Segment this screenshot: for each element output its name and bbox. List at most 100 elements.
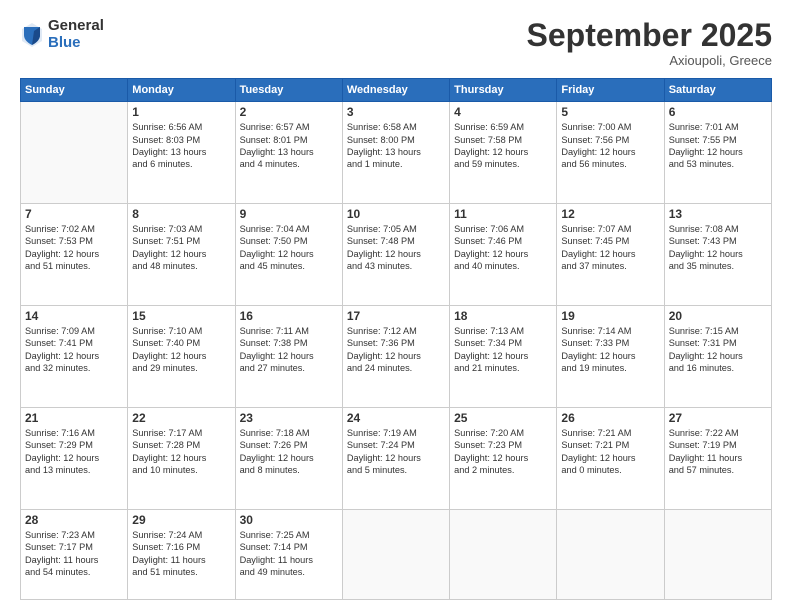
day-number: 5 [561, 105, 659, 119]
col-sunday: Sunday [21, 79, 128, 102]
day-info: Sunrise: 7:15 AMSunset: 7:31 PMDaylight:… [669, 325, 767, 375]
day-info: Sunrise: 7:24 AMSunset: 7:16 PMDaylight:… [132, 529, 230, 579]
day-info: Sunrise: 6:58 AMSunset: 8:00 PMDaylight:… [347, 121, 445, 171]
day-info: Sunrise: 7:02 AMSunset: 7:53 PMDaylight:… [25, 223, 123, 273]
day-info: Sunrise: 7:09 AMSunset: 7:41 PMDaylight:… [25, 325, 123, 375]
calendar-header-row: Sunday Monday Tuesday Wednesday Thursday… [21, 79, 772, 102]
day-number: 12 [561, 207, 659, 221]
day-number: 14 [25, 309, 123, 323]
day-number: 4 [454, 105, 552, 119]
day-number: 20 [669, 309, 767, 323]
day-info: Sunrise: 7:25 AMSunset: 7:14 PMDaylight:… [240, 529, 338, 579]
logo-icon [20, 21, 44, 49]
col-saturday: Saturday [664, 79, 771, 102]
day-number: 21 [25, 411, 123, 425]
day-number: 19 [561, 309, 659, 323]
day-number: 7 [25, 207, 123, 221]
day-info: Sunrise: 7:11 AMSunset: 7:38 PMDaylight:… [240, 325, 338, 375]
table-row: 22 Sunrise: 7:17 AMSunset: 7:28 PMDayligh… [128, 407, 235, 509]
day-info: Sunrise: 7:19 AMSunset: 7:24 PMDaylight:… [347, 427, 445, 477]
table-row: 11Sunrise: 7:06 AMSunset: 7:46 PMDayligh… [450, 204, 557, 306]
col-friday: Friday [557, 79, 664, 102]
table-row [21, 102, 128, 204]
table-row: 7 Sunrise: 7:02 AMSunset: 7:53 PMDaylight… [21, 204, 128, 306]
day-info: Sunrise: 7:10 AMSunset: 7:40 PMDaylight:… [132, 325, 230, 375]
table-row: 24 Sunrise: 7:19 AMSunset: 7:24 PMDayligh… [342, 407, 449, 509]
day-number: 2 [240, 105, 338, 119]
day-info: Sunrise: 7:06 AMSunset: 7:46 PMDaylight:… [454, 223, 552, 273]
logo-general-text: General [48, 18, 104, 35]
table-row [557, 509, 664, 599]
day-info: Sunrise: 7:05 AMSunset: 7:48 PMDaylight:… [347, 223, 445, 273]
day-number: 16 [240, 309, 338, 323]
day-number: 6 [669, 105, 767, 119]
day-info: Sunrise: 7:22 AMSunset: 7:19 PMDaylight:… [669, 427, 767, 477]
day-info: Sunrise: 6:56 AMSunset: 8:03 PMDaylight:… [132, 121, 230, 171]
table-row [342, 509, 449, 599]
title-block: September 2025 Axioupoli, Greece [527, 18, 772, 68]
day-info: Sunrise: 7:01 AMSunset: 7:55 PMDaylight:… [669, 121, 767, 171]
day-number: 17 [347, 309, 445, 323]
day-info: Sunrise: 7:20 AMSunset: 7:23 PMDaylight:… [454, 427, 552, 477]
day-number: 1 [132, 105, 230, 119]
table-row: 12Sunrise: 7:07 AMSunset: 7:45 PMDayligh… [557, 204, 664, 306]
table-row: 9 Sunrise: 7:04 AMSunset: 7:50 PMDaylight… [235, 204, 342, 306]
day-number: 3 [347, 105, 445, 119]
table-row [450, 509, 557, 599]
table-row: 28Sunrise: 7:23 AMSunset: 7:17 PMDayligh… [21, 509, 128, 599]
table-row: 13 Sunrise: 7:08 AMSunset: 7:43 PMDayligh… [664, 204, 771, 306]
table-row: 10 Sunrise: 7:05 AMSunset: 7:48 PMDayligh… [342, 204, 449, 306]
header: General Blue September 2025 Axioupoli, G… [20, 18, 772, 68]
table-row [664, 509, 771, 599]
table-row: 26 Sunrise: 7:21 AMSunset: 7:21 PMDayligh… [557, 407, 664, 509]
table-row: 23 Sunrise: 7:18 AMSunset: 7:26 PMDayligh… [235, 407, 342, 509]
table-row: 30 Sunrise: 7:25 AMSunset: 7:14 PMDayligh… [235, 509, 342, 599]
day-number: 15 [132, 309, 230, 323]
day-number: 9 [240, 207, 338, 221]
day-info: Sunrise: 7:13 AMSunset: 7:34 PMDaylight:… [454, 325, 552, 375]
day-info: Sunrise: 7:00 AMSunset: 7:56 PMDaylight:… [561, 121, 659, 171]
table-row: 25Sunrise: 7:20 AMSunset: 7:23 PMDayligh… [450, 407, 557, 509]
day-info: Sunrise: 7:04 AMSunset: 7:50 PMDaylight:… [240, 223, 338, 273]
day-number: 13 [669, 207, 767, 221]
logo-text: General Blue [48, 18, 104, 51]
page: General Blue September 2025 Axioupoli, G… [0, 0, 792, 612]
day-info: Sunrise: 6:57 AMSunset: 8:01 PMDaylight:… [240, 121, 338, 171]
logo: General Blue [20, 18, 104, 51]
day-number: 23 [240, 411, 338, 425]
day-number: 26 [561, 411, 659, 425]
col-monday: Monday [128, 79, 235, 102]
day-number: 10 [347, 207, 445, 221]
table-row: 16 Sunrise: 7:11 AMSunset: 7:38 PMDayligh… [235, 305, 342, 407]
table-row: 1 Sunrise: 6:56 AMSunset: 8:03 PMDaylight… [128, 102, 235, 204]
col-wednesday: Wednesday [342, 79, 449, 102]
table-row: 20 Sunrise: 7:15 AMSunset: 7:31 PMDayligh… [664, 305, 771, 407]
location-subtitle: Axioupoli, Greece [527, 53, 772, 68]
table-row: 17Sunrise: 7:12 AMSunset: 7:36 PMDayligh… [342, 305, 449, 407]
table-row: 15 Sunrise: 7:10 AMSunset: 7:40 PMDayligh… [128, 305, 235, 407]
table-row: 5 Sunrise: 7:00 AMSunset: 7:56 PMDaylight… [557, 102, 664, 204]
month-title: September 2025 [527, 18, 772, 53]
day-info: Sunrise: 7:23 AMSunset: 7:17 PMDaylight:… [25, 529, 123, 579]
day-number: 24 [347, 411, 445, 425]
day-info: Sunrise: 7:08 AMSunset: 7:43 PMDaylight:… [669, 223, 767, 273]
day-number: 30 [240, 513, 338, 527]
day-info: Sunrise: 6:59 AMSunset: 7:58 PMDaylight:… [454, 121, 552, 171]
table-row: 4 Sunrise: 6:59 AMSunset: 7:58 PMDaylight… [450, 102, 557, 204]
day-number: 29 [132, 513, 230, 527]
table-row: 21Sunrise: 7:16 AMSunset: 7:29 PMDayligh… [21, 407, 128, 509]
calendar-table: Sunday Monday Tuesday Wednesday Thursday… [20, 78, 772, 600]
table-row: 2 Sunrise: 6:57 AMSunset: 8:01 PMDaylight… [235, 102, 342, 204]
day-info: Sunrise: 7:17 AMSunset: 7:28 PMDaylight:… [132, 427, 230, 477]
day-number: 22 [132, 411, 230, 425]
day-info: Sunrise: 7:03 AMSunset: 7:51 PMDaylight:… [132, 223, 230, 273]
col-tuesday: Tuesday [235, 79, 342, 102]
day-info: Sunrise: 7:18 AMSunset: 7:26 PMDaylight:… [240, 427, 338, 477]
table-row: 8Sunrise: 7:03 AMSunset: 7:51 PMDaylight… [128, 204, 235, 306]
col-thursday: Thursday [450, 79, 557, 102]
table-row: 27Sunrise: 7:22 AMSunset: 7:19 PMDayligh… [664, 407, 771, 509]
day-info: Sunrise: 7:14 AMSunset: 7:33 PMDaylight:… [561, 325, 659, 375]
day-number: 18 [454, 309, 552, 323]
day-info: Sunrise: 7:21 AMSunset: 7:21 PMDaylight:… [561, 427, 659, 477]
table-row: 29 Sunrise: 7:24 AMSunset: 7:16 PMDayligh… [128, 509, 235, 599]
